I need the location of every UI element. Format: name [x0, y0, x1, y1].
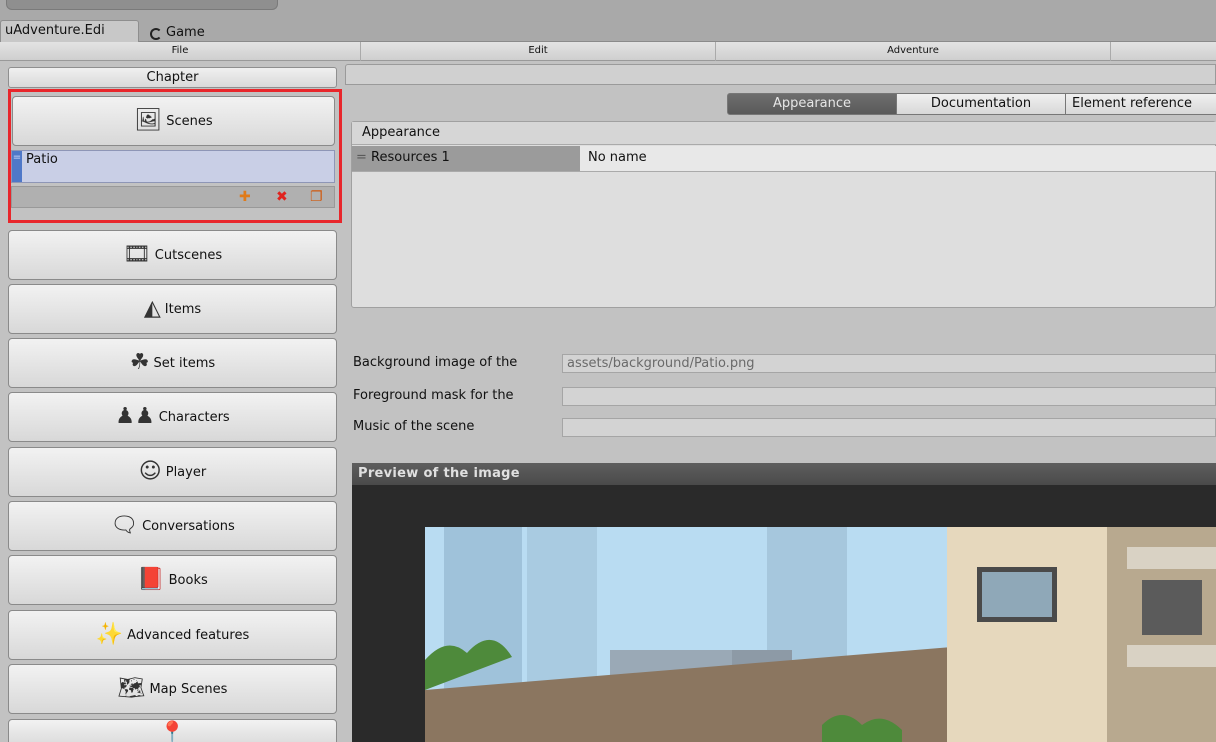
tab-element-reference[interactable]: Element reference: [1065, 93, 1216, 115]
appearance-header: Appearance: [352, 122, 1216, 145]
geo-elements-button[interactable]: 📍: [8, 719, 337, 742]
location-pin-icon: 📍: [158, 721, 187, 742]
characters-button[interactable]: ♟♟ Characters: [8, 392, 337, 442]
film-icon: 🎞: [122, 242, 151, 267]
tab-element-reference-label: Element reference: [1072, 96, 1193, 111]
tab-appearance-label: Appearance: [772, 96, 852, 111]
music-label: Music of the scene: [353, 419, 475, 434]
player-button[interactable]: ☺ Player: [8, 447, 337, 497]
menu-adventure[interactable]: Adventure: [716, 42, 1111, 61]
characters-icon: ♟♟: [115, 404, 155, 429]
music-field[interactable]: [562, 418, 1216, 437]
window-grip: [6, 0, 278, 10]
items-button[interactable]: ◭ Items: [8, 284, 337, 334]
tab-game[interactable]: Game: [146, 20, 224, 42]
preview-image-area: [352, 485, 1216, 742]
player-face-icon: ☺: [138, 459, 162, 484]
menu-adventure-label: Adventure: [887, 45, 939, 56]
patio-background-image: [352, 485, 1216, 742]
conversations-button[interactable]: 🗨 Conversations: [8, 501, 337, 551]
preview-title: Preview of the image: [352, 463, 1216, 485]
window-top-strip: [0, 0, 1216, 18]
scenes-highlight-box: [8, 89, 342, 223]
tab-documentation-label: Documentation: [930, 96, 1032, 111]
tab-game-label: Game: [166, 24, 205, 40]
resources-name: No name: [588, 150, 647, 165]
foreground-mask-field[interactable]: [562, 387, 1216, 406]
map-pin-icon: 🗺: [117, 676, 146, 701]
cutscenes-button[interactable]: 🎞 Cutscenes: [8, 230, 337, 280]
advanced-features-button[interactable]: ✨ Advanced features: [8, 610, 337, 660]
resources-row[interactable]: = Resources 1 No name: [352, 146, 1216, 172]
books-label: Books: [168, 572, 208, 588]
menu-edit-label: Edit: [528, 45, 548, 56]
menu-edit[interactable]: Edit: [361, 42, 716, 61]
books-button[interactable]: 📕 Books: [8, 555, 337, 605]
tab-documentation[interactable]: Documentation: [896, 93, 1066, 115]
set-items-icon: ☘: [129, 350, 150, 375]
foreground-mask-label: Foreground mask for the: [353, 388, 514, 403]
set-items-button[interactable]: ☘ Set items: [8, 338, 337, 388]
chapter-label: Chapter: [146, 70, 199, 85]
main-panel: Appearance Documentation Element referen…: [343, 61, 1216, 742]
set-items-label: Set items: [153, 355, 216, 371]
player-label: Player: [165, 464, 207, 480]
characters-label: Characters: [158, 409, 230, 425]
appearance-panel: Appearance = Resources 1 No name: [351, 121, 1216, 308]
items-label: Items: [164, 301, 202, 317]
speech-bubbles-icon: 🗨: [110, 513, 139, 538]
resources-label: Resources 1: [371, 150, 450, 165]
foreground-mask-row: Foreground mask for the: [353, 385, 1216, 407]
conversations-label: Conversations: [142, 518, 235, 534]
menu-extra[interactable]: [1111, 42, 1216, 61]
menu-file-label: File: [171, 45, 189, 56]
music-row: Music of the scene: [353, 416, 1216, 438]
game-icon: [150, 27, 162, 40]
tab-uadventure-editor[interactable]: uAdventure.Edi: [0, 20, 139, 42]
magic-wand-icon: ✨: [95, 622, 124, 647]
main-header-strip: [345, 64, 1216, 85]
resources-selected-cell[interactable]: = Resources 1: [352, 146, 580, 171]
chapter-button[interactable]: Chapter: [8, 67, 337, 88]
background-image-field[interactable]: assets/background/Patio.png: [562, 354, 1216, 373]
background-image-label: Background image of the: [353, 355, 518, 370]
tab-editor-label: uAdventure.Edi: [5, 23, 105, 38]
cutscenes-label: Cutscenes: [154, 247, 223, 263]
map-scenes-label: Map Scenes: [149, 681, 228, 697]
tab-appearance[interactable]: Appearance: [727, 93, 897, 115]
advanced-features-label: Advanced features: [127, 627, 250, 643]
background-image-row: Background image of the assets/backgroun…: [353, 352, 1216, 374]
drag-handle-icon: =: [356, 150, 372, 165]
window-tab-bar: uAdventure.Edi Game: [0, 18, 1216, 42]
menubar: File Edit Adventure: [0, 42, 1216, 61]
menu-file[interactable]: File: [0, 42, 361, 61]
sidebar: Chapter 🖼 Scenes = Patio ✚ ✖ ❐ 🎞 Cutscene…: [0, 61, 343, 742]
map-scenes-button[interactable]: 🗺 Map Scenes: [8, 664, 337, 714]
items-icon: ◭: [143, 296, 161, 321]
book-icon: 📕: [137, 567, 165, 592]
